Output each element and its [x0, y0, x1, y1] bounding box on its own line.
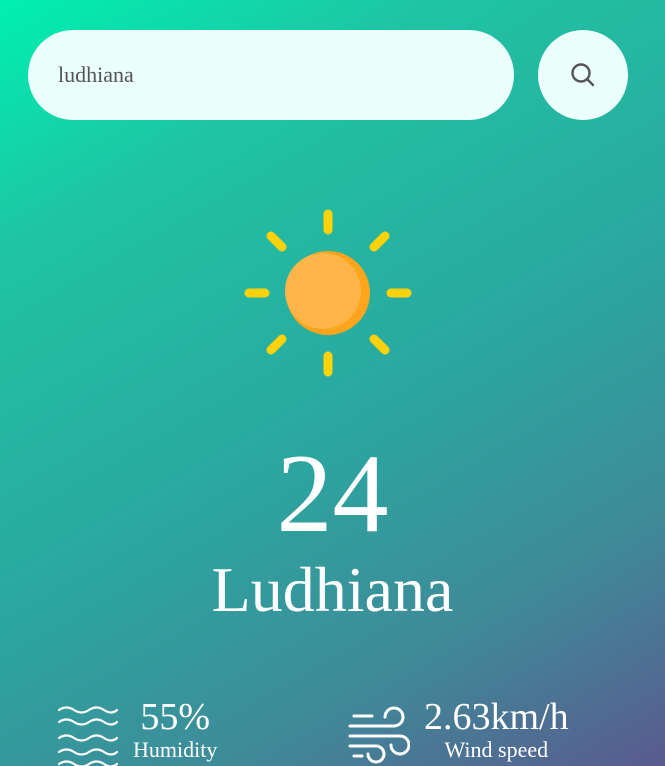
search-input[interactable] [28, 30, 514, 120]
search-button[interactable] [538, 30, 628, 120]
humidity-detail: 55% Humidity [57, 696, 217, 766]
humidity-value: 55% [140, 696, 210, 738]
city-name: Ludhiana [211, 554, 454, 625]
wind-label: Wind speed [444, 737, 549, 762]
water-waves-icon [57, 706, 119, 766]
wind-value: 2.63km/h [424, 696, 569, 738]
temperature: 24 [276, 432, 389, 556]
humidity-label: Humidity [133, 737, 218, 762]
wind-detail: 2.63km/h Wind speed [348, 696, 569, 766]
wind-icon [348, 706, 410, 764]
search-icon [571, 63, 595, 87]
sun-icon [244, 209, 412, 377]
